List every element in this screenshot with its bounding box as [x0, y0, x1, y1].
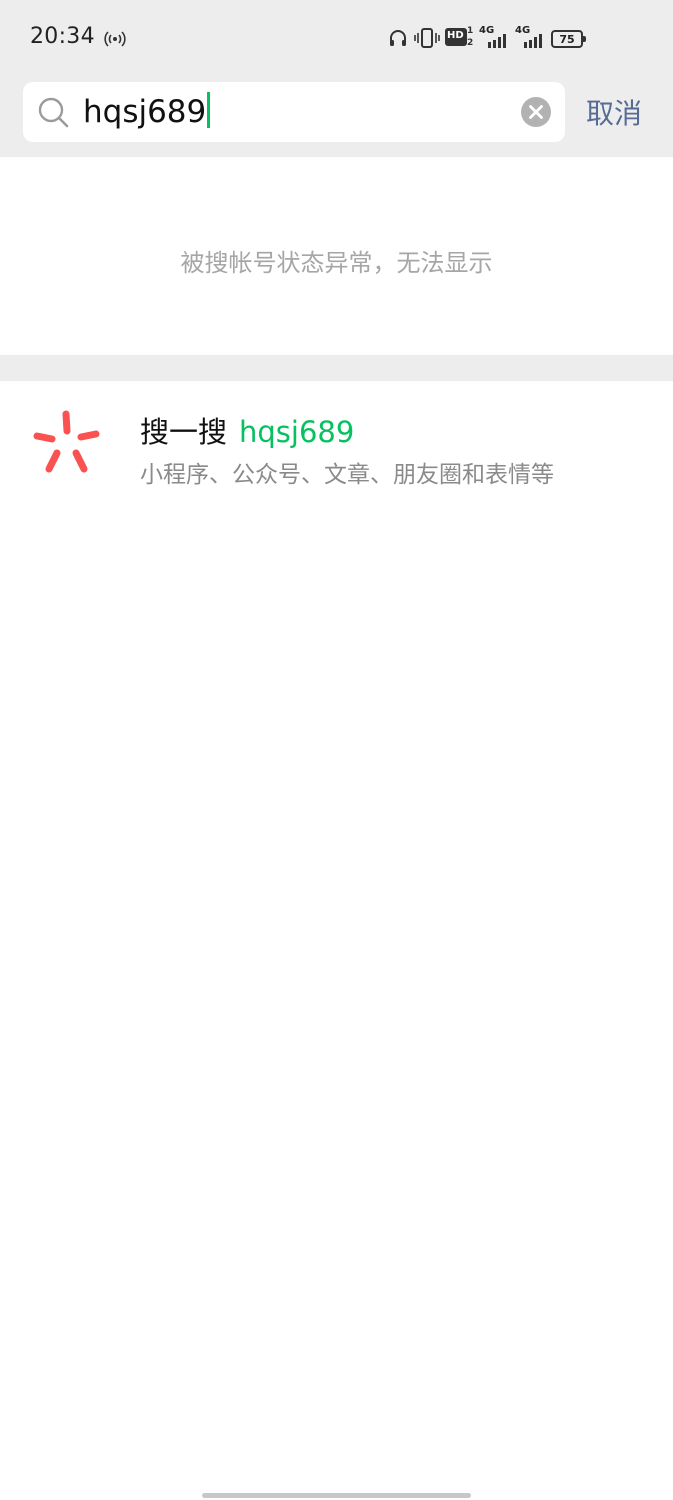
status-bar: 20:34 HD 1 2 4G 4G 75 [0, 0, 673, 76]
clear-icon[interactable] [521, 97, 551, 127]
headphones-icon [390, 30, 406, 46]
search-icon [38, 97, 69, 128]
souyisou-item[interactable]: 搜一搜 hqsj689 小程序、公众号、文章、朋友圈和表情等 [0, 381, 673, 511]
souyisou-star-icon [33, 410, 100, 473]
search-box[interactable]: hqsj689 [23, 82, 565, 142]
hd-icon: HD [445, 28, 467, 46]
hotspot-icon [104, 31, 126, 47]
souyisou-keyword: hqsj689 [239, 415, 355, 449]
cancel-button[interactable]: 取消 [586, 92, 642, 132]
section-divider [0, 355, 673, 381]
battery-icon: 75 [551, 30, 586, 48]
souyisou-title: 搜一搜 hqsj689 [140, 409, 354, 451]
vibrate-icon [414, 28, 440, 48]
search-page: 20:34 HD 1 2 4G 4G 75 hqsj689 取消 被搜帐号状态异… [0, 0, 673, 1500]
account-status-notice: 被搜帐号状态异常，无法显示 [0, 157, 673, 355]
notice-text: 被搜帐号状态异常，无法显示 [180, 249, 493, 277]
search-input-value: hqsj689 [83, 94, 207, 130]
souyisou-description: 小程序、公众号、文章、朋友圈和表情等 [140, 462, 554, 488]
search-input[interactable]: hqsj689 [83, 90, 523, 134]
signal-icon-2 [524, 34, 542, 48]
text-caret [207, 92, 211, 128]
home-indicator[interactable] [202, 1493, 471, 1498]
header: 20:34 HD 1 2 4G 4G 75 hqsj689 取消 [0, 0, 673, 157]
battery-level: 75 [559, 32, 575, 46]
souyisou-label: 搜一搜 [140, 415, 228, 449]
signal-icon-1 [488, 34, 506, 48]
status-time: 20:34 [30, 24, 95, 49]
